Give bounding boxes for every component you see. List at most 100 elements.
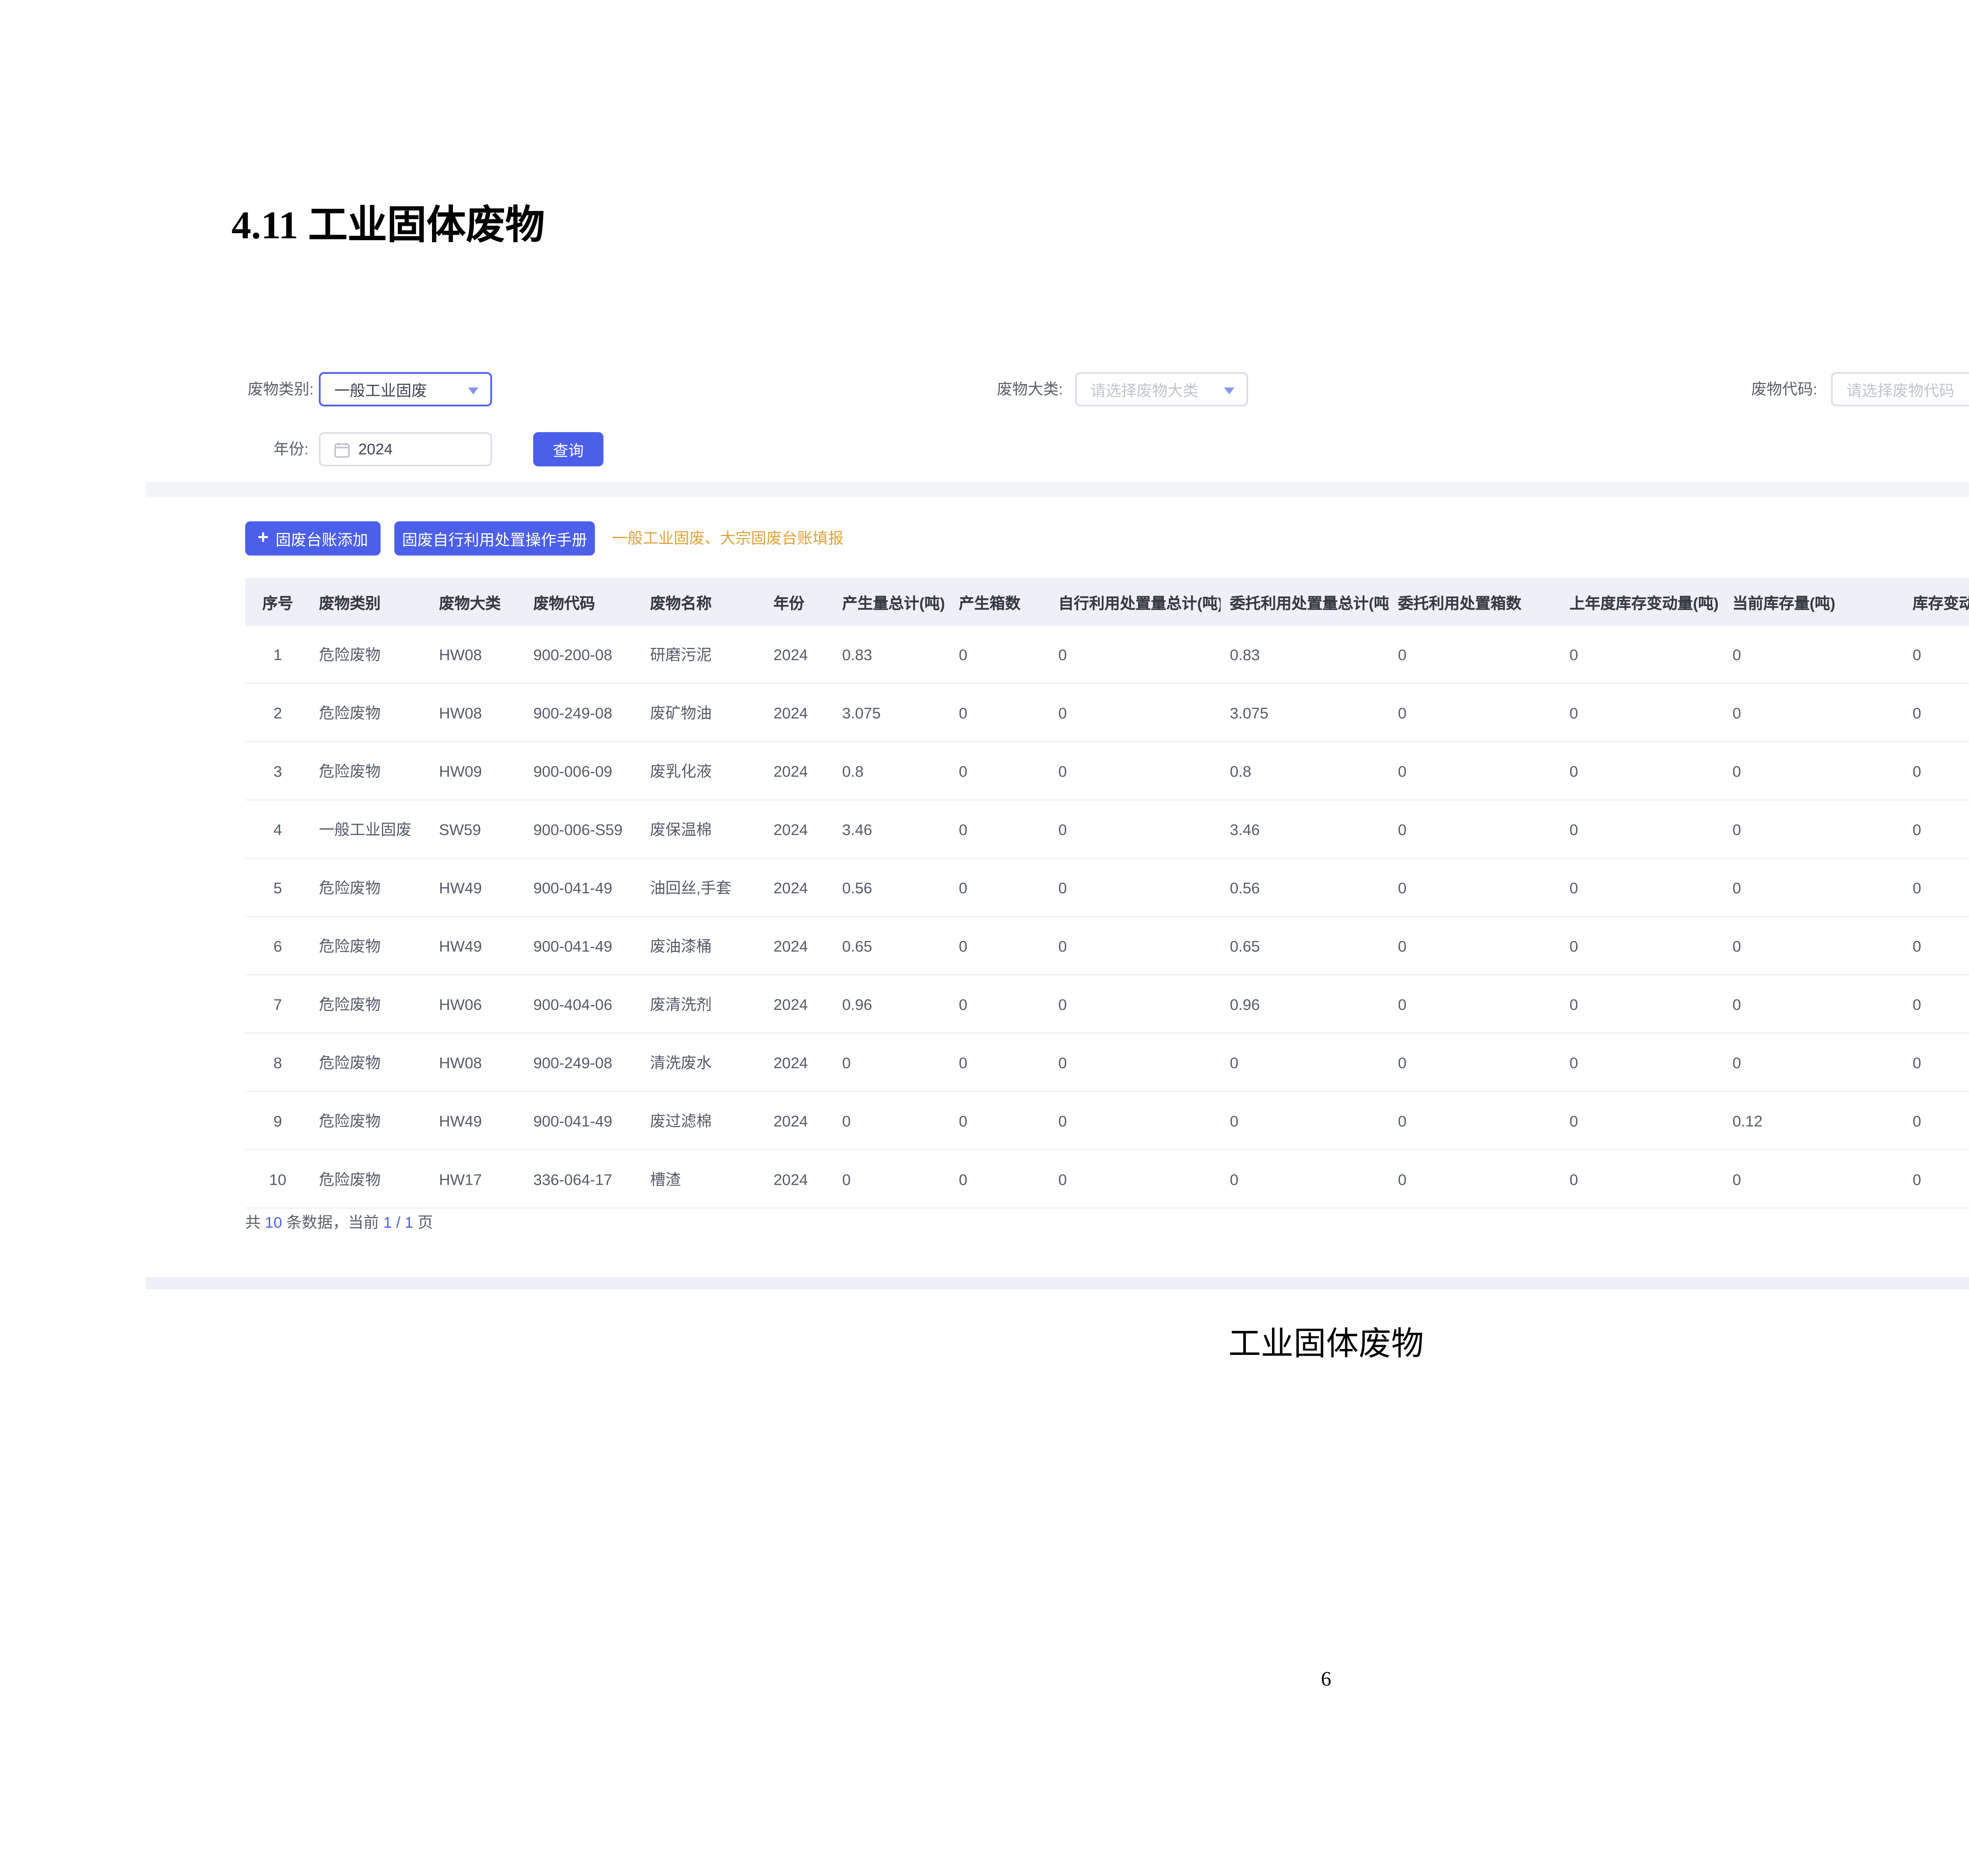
- column-header: 废物大类: [430, 578, 525, 626]
- table-cell: 0: [1904, 1150, 1969, 1208]
- table-cell: 0.8: [1221, 742, 1389, 800]
- chevron-down-icon: [468, 388, 478, 394]
- table-cell: 清洗废水: [642, 1033, 765, 1091]
- document-page: 4.11 工业固体废物 废物类别: 一般工业固废 废物大类: 请选择废物大类 废…: [0, 0, 1969, 1876]
- table-cell: 0: [1389, 1150, 1561, 1208]
- column-header: 委托利用处置量总计(吨): [1221, 578, 1389, 626]
- table-cell: HW08: [430, 683, 525, 742]
- app-screenshot: 废物类别: 一般工业固废 废物大类: 请选择废物大类 废物代码: 请选择废物代码…: [146, 343, 1969, 1290]
- table-cell: 0: [950, 858, 1050, 917]
- table-cell: 危险废物: [310, 626, 430, 683]
- plus-icon: +: [258, 529, 269, 548]
- table-cell: HW49: [430, 1091, 525, 1150]
- table-cell: 危险废物: [310, 917, 430, 975]
- table-row: 2危险废物HW08900-249-08废矿物油20243.075003.0750…: [245, 683, 1969, 742]
- column-header: 库存变动量(吨): [1904, 578, 1969, 626]
- table-cell: 0: [1221, 1150, 1389, 1208]
- table-cell: 研磨污泥: [642, 626, 765, 683]
- table-row: 9危险废物HW49900-041-49废过滤棉20240000000.120正常…: [245, 1091, 1969, 1150]
- table-cell: 0: [950, 742, 1050, 800]
- table-cell: 0: [1050, 917, 1222, 975]
- table-row: 5危险废物HW49900-041-49油回丝,手套20240.56000.560…: [245, 858, 1969, 917]
- table-cell: 900-041-49: [525, 1091, 642, 1150]
- table-cell: 0: [1724, 917, 1904, 975]
- table-cell: 0: [1724, 683, 1904, 742]
- table-cell: 2024: [765, 1150, 833, 1208]
- table-cell: 废矿物油: [642, 683, 765, 742]
- filter-category-select[interactable]: 一般工业固废: [319, 372, 492, 406]
- table-cell: 0: [1724, 626, 1904, 683]
- table-cell: 废保温棉: [642, 800, 765, 858]
- table-row: 10危险废物HW17336-064-17槽渣202400000000正常2024…: [245, 1150, 1969, 1208]
- table-cell: 2024: [765, 626, 833, 683]
- table-cell: 0: [950, 683, 1050, 742]
- table-cell: 0: [1389, 683, 1561, 742]
- filter-class-select[interactable]: 请选择废物大类: [1075, 372, 1248, 406]
- table-cell: 0: [1561, 1033, 1724, 1091]
- table-cell: 10: [245, 1150, 311, 1208]
- table-cell: 0.83: [1221, 626, 1389, 683]
- table-cell: 0: [1389, 1033, 1561, 1091]
- column-header: 废物类别: [310, 578, 430, 626]
- table-cell: 2024: [765, 683, 833, 742]
- filter-code-label: 废物代码:: [1649, 372, 1817, 406]
- table-cell: 0: [1050, 858, 1222, 917]
- add-ledger-label: 固废台账添加: [276, 527, 368, 550]
- table-cell: 危险废物: [310, 1091, 430, 1150]
- table-cell: 0: [1904, 975, 1969, 1033]
- table-cell: 0.83: [834, 626, 950, 683]
- table-cell: 2024: [765, 1091, 833, 1150]
- figure-caption: 工业固体废物: [0, 1324, 1969, 1368]
- table-cell: 4: [245, 800, 311, 858]
- filter-class-placeholder: 请选择废物大类: [1090, 378, 1198, 401]
- table-cell: 0: [1389, 800, 1561, 858]
- table-cell: 2024: [765, 917, 833, 975]
- table-cell: 0: [1904, 858, 1969, 917]
- filter-category-label: 废物类别:: [197, 372, 314, 406]
- summary-text: 条数据，当前: [282, 1214, 383, 1231]
- add-ledger-button[interactable]: + 固废台账添加: [245, 521, 381, 555]
- table-cell: 7: [245, 975, 311, 1033]
- table-cell: 废过滤棉: [642, 1091, 765, 1150]
- table-cell: 0.65: [1221, 917, 1389, 975]
- table-cell: 0: [1050, 626, 1222, 683]
- table-cell: 900-006-S59: [525, 800, 642, 858]
- table-cell: 0: [1724, 800, 1904, 858]
- year-input[interactable]: 2024: [319, 432, 492, 466]
- table-cell: HW17: [430, 1150, 525, 1208]
- column-header: 年份: [765, 578, 833, 626]
- table-cell: 0: [1050, 800, 1222, 858]
- table-row: 6危险废物HW49900-041-49废油漆桶20240.65000.65000…: [245, 917, 1969, 975]
- table-cell: 0: [1389, 975, 1561, 1033]
- table-cell: 0: [950, 1033, 1050, 1091]
- table-cell: 0: [1221, 1091, 1389, 1150]
- table-cell: 0: [1724, 858, 1904, 917]
- table-cell: 0: [1389, 1091, 1561, 1150]
- manual-button[interactable]: 固废自行利用处置操作手册: [394, 521, 595, 555]
- table-cell: 0: [1050, 975, 1222, 1033]
- table-cell: 9: [245, 1091, 311, 1150]
- table-cell: 900-249-08: [525, 683, 642, 742]
- table-cell: 0: [1050, 683, 1222, 742]
- table-cell: 900-006-09: [525, 742, 642, 800]
- table-cell: 0: [950, 626, 1050, 683]
- table-row: 7危险废物HW06900-404-06废清洗剂20240.96000.96000…: [245, 975, 1969, 1033]
- table-cell: 2: [245, 683, 311, 742]
- table-cell: 0: [1561, 1091, 1724, 1150]
- table-cell: 3: [245, 742, 311, 800]
- table-row: 1危险废物HW08900-200-08研磨污泥20240.83000.83000…: [245, 626, 1969, 683]
- table-header-row: 序号废物类别废物大类废物代码废物名称年份产生量总计(吨)产生箱数自行利用处置量总…: [245, 578, 1969, 626]
- search-button[interactable]: 查询: [533, 432, 603, 466]
- table-cell: 0: [834, 1091, 950, 1150]
- pagination-summary: 共 10 条数据，当前 1 / 1 页: [245, 1206, 433, 1240]
- filter-code-select[interactable]: 请选择废物代码: [1831, 372, 1969, 406]
- table-cell: 0: [1724, 1150, 1904, 1208]
- table-cell: 3.075: [1221, 683, 1389, 742]
- table-cell: 0: [1724, 1033, 1904, 1091]
- table-cell: 2024: [765, 1033, 833, 1091]
- table-cell: 2024: [765, 742, 833, 800]
- table-cell: 0: [1561, 975, 1724, 1033]
- table-cell: 5: [245, 858, 311, 917]
- table-cell: HW09: [430, 742, 525, 800]
- table-cell: 8: [245, 1033, 311, 1091]
